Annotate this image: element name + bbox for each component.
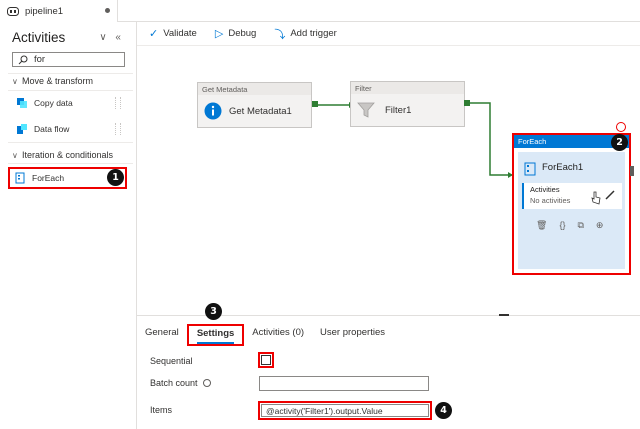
filter-icon [357, 102, 375, 118]
tab-pipeline1[interactable]: pipeline1 [0, 0, 118, 22]
add-trigger-label: Add trigger [290, 28, 337, 39]
failure-port-icon[interactable] [616, 122, 626, 132]
copy-data-icon [17, 98, 27, 108]
tab-label: General [145, 327, 179, 338]
batch-count-row: Batch count [150, 378, 211, 388]
drag-handle-icon[interactable] [115, 123, 121, 135]
foreach-icon [15, 172, 25, 184]
checkmark-icon: ✓ [149, 28, 159, 40]
activities-title: Activities [12, 30, 66, 45]
foreach-body: ForEach1 Activities No activities 🗑 {} ⧉… [518, 152, 625, 269]
category-iteration-conditionals[interactable]: ∨ Iteration & conditionals [12, 150, 113, 160]
debug-button[interactable]: ▷ Debug [215, 27, 256, 40]
activities-panel: Activities ∨ « for ∨ Move & transform Co… [0, 22, 137, 429]
items-input[interactable]: @activity('Filter1').output.Value [261, 404, 429, 417]
drag-handle-icon[interactable] [115, 97, 121, 109]
panel-resize-handle[interactable] [499, 314, 509, 316]
category-label: Move & transform [22, 76, 94, 86]
chevron-down-icon: ∨ [12, 76, 18, 86]
activity-type-label: Filter [351, 82, 464, 94]
hand-cursor-icon [591, 191, 601, 205]
sequential-label: Sequential [150, 356, 193, 366]
activity-label: Copy data [34, 98, 73, 108]
data-flow-icon [17, 124, 27, 134]
tab-label: Settings [196, 328, 235, 344]
filter-activity[interactable]: Filter Filter1 [350, 81, 465, 127]
success-port[interactable] [312, 101, 318, 107]
tab-settings[interactable]: Settings [186, 324, 245, 346]
edit-pencil-icon[interactable] [604, 189, 616, 201]
code-icon[interactable]: {} [559, 220, 565, 231]
callout-badge-3: 3 [205, 303, 222, 320]
divider [8, 90, 133, 91]
tab-user-properties[interactable]: User properties [312, 324, 393, 346]
tab-activities[interactable]: Activities (0) [244, 324, 312, 346]
pipeline-canvas[interactable]: Get Metadata Get Metadata1 Filter Filter… [137, 46, 640, 315]
callout-badge-4: 4 [435, 402, 452, 419]
tab-title: pipeline1 [25, 5, 64, 17]
success-port[interactable] [464, 100, 470, 106]
category-move-transform[interactable]: ∨ Move & transform [12, 76, 93, 86]
sequential-checkbox[interactable] [258, 352, 274, 368]
tab-label: Activities (0) [252, 327, 305, 338]
pipeline-icon [7, 6, 19, 16]
activity-name: Get Metadata1 [229, 105, 292, 117]
activity-copy-data[interactable]: Copy data [12, 93, 125, 113]
output-port[interactable] [630, 166, 634, 176]
activity-name: Filter1 [385, 104, 412, 116]
divider [8, 163, 133, 164]
category-label: Iteration & conditionals [22, 150, 114, 160]
collapse-icon[interactable]: ∨ « [99, 32, 124, 43]
activity-actions: 🗑 {} ⧉ ⊕ [536, 220, 603, 231]
unsaved-dot-icon [105, 8, 110, 13]
get-metadata-activity[interactable]: Get Metadata Get Metadata1 [197, 82, 312, 128]
search-input[interactable]: for [12, 52, 125, 67]
foreach-icon [524, 162, 536, 176]
info-icon [202, 379, 211, 387]
batch-count-input[interactable] [259, 376, 429, 391]
tab-label: User properties [320, 327, 385, 338]
items-label: Items [150, 405, 173, 415]
checkbox-box [261, 355, 271, 365]
debug-label: Debug [228, 28, 257, 39]
add-trigger-button[interactable]: ⤵ Add trigger [274, 26, 336, 42]
clone-icon[interactable]: ⧉ [577, 220, 583, 231]
validate-button[interactable]: ✓ Validate [149, 27, 197, 40]
search-value: for [34, 54, 46, 65]
tab-general[interactable]: General [137, 324, 187, 346]
info-icon [204, 102, 222, 120]
callout-badge-1: 1 [107, 169, 124, 186]
activity-label: ForEach [32, 173, 65, 183]
delete-icon[interactable]: 🗑 [536, 220, 547, 231]
search-icon [18, 55, 28, 64]
activity-data-flow[interactable]: Data flow [12, 119, 125, 139]
batch-count-label: Batch count [150, 378, 198, 388]
properties-panel: 3 General Settings Activities (0) User p… [137, 303, 640, 429]
callout-badge-2: 2 [611, 134, 628, 151]
lightning-icon: ⤵ [274, 28, 286, 41]
play-icon: ▷ [214, 28, 224, 40]
chevron-down-icon: ∨ [12, 150, 18, 160]
inner-activities-box[interactable]: Activities No activities [522, 183, 622, 209]
activity-name: ForEach1 [542, 162, 584, 173]
validate-label: Validate [163, 28, 197, 39]
divider [8, 73, 133, 74]
tab-bar: pipeline1 [0, 0, 640, 22]
foreach-activity[interactable]: ForEach ForEach1 Activities No activitie… [512, 133, 631, 275]
activity-label: Data flow [34, 124, 70, 134]
add-output-icon[interactable]: ⊕ [596, 220, 604, 231]
items-field-highlight: @activity('Filter1').output.Value [258, 401, 432, 420]
properties-tabs: General Settings Activities (0) User pro… [137, 324, 393, 346]
activity-type-label: Get Metadata [198, 83, 311, 95]
pipeline-toolbar: ✓ Validate ▷ Debug ⤵ Add trigger [137, 22, 640, 46]
divider [8, 142, 133, 143]
